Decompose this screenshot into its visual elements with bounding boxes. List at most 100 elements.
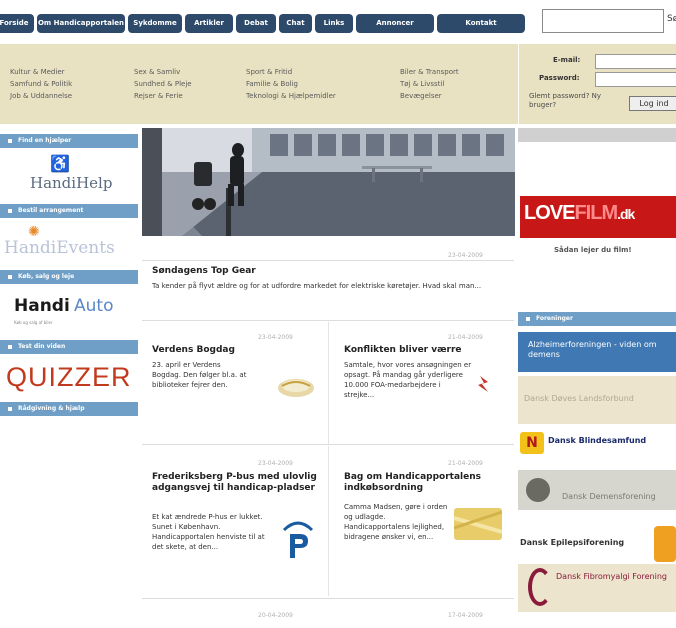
handiauto-logo[interactable]: Handi Auto Køb og salg af biler	[0, 292, 138, 332]
article-text: 23. april er Verdens Bogdag. Den følger …	[152, 361, 247, 389]
article-date: 23-04-2009	[448, 252, 483, 259]
nav-sygdomme[interactable]: Sykdomme	[128, 14, 182, 33]
sponsor-doeves[interactable]: Dansk Døves Landsforbund	[518, 376, 676, 424]
sidebar-item-label: Bestil arrangement	[18, 207, 84, 214]
sponsor-demens[interactable]: Dansk Demensforening	[518, 470, 676, 510]
category-link[interactable]: Sundhed & Pleje	[134, 78, 192, 90]
sponsor-alzheimer[interactable]: Alzheimerforeningen - viden om demens	[518, 332, 676, 372]
handievents-logo-text: HandiEvents	[4, 238, 115, 258]
category-link[interactable]: Job & Uddannelse	[10, 90, 72, 102]
category-link[interactable]: Sport & Fritid	[246, 66, 336, 78]
bullet-icon	[8, 406, 12, 411]
category-column: Sex & Samliv Sundhed & Pleje Rejser & Fe…	[134, 66, 192, 102]
password-field[interactable]	[595, 72, 676, 87]
lovefilm-tagline: Sådan lejer du film!	[554, 246, 632, 254]
sponsor-epilepsi[interactable]: Dansk Epilepsiforening	[518, 524, 676, 564]
article-title[interactable]: Frederiksberg P-bus med ulovlig adgangsv…	[152, 472, 320, 494]
nav-debat[interactable]: Debat	[236, 14, 276, 33]
category-column: Biler & Transport Tøj & Livsstil Bevægel…	[400, 66, 459, 102]
sponsor-fibromyalgi[interactable]: Dansk Fibromyalgi Forening	[518, 564, 676, 612]
search-input[interactable]	[542, 9, 664, 33]
forgot-password-link[interactable]: Glemt password? Ny bruger?	[529, 92, 619, 110]
nav-forside[interactable]: Forside	[0, 14, 34, 33]
bullet-icon	[8, 274, 12, 279]
category-link[interactable]: Samfund & Politik	[10, 78, 72, 90]
divider	[142, 598, 514, 599]
hero-photo	[142, 128, 515, 236]
email-field[interactable]	[595, 54, 676, 69]
category-link[interactable]: Familie & Bolig	[246, 78, 336, 90]
article-date: 17-04-2009	[448, 612, 483, 619]
sponsor-label: Dansk Blindesamfund	[548, 436, 647, 445]
handiauto-logo-text-bold: Handi	[14, 296, 70, 316]
bullet-icon	[526, 316, 530, 321]
book-icon	[278, 379, 314, 397]
divider	[142, 260, 514, 261]
category-link[interactable]: Kultur & Medier	[10, 66, 72, 78]
article-date: 21-04-2009	[448, 334, 483, 341]
nav-kontakt[interactable]: Kontakt	[437, 14, 525, 33]
handihelp-logo[interactable]: ♿ HandiHelp	[0, 152, 138, 196]
column-divider	[328, 322, 329, 444]
blindesamfund-logo-icon: N	[520, 432, 544, 454]
sidebar-item-test-viden[interactable]: Test din viden	[0, 340, 138, 354]
bullet-icon	[8, 344, 12, 349]
sponsor-label: Dansk Fibromyalgi Forening	[556, 572, 667, 581]
epilepsi-logo-icon	[654, 526, 676, 562]
demens-logo-icon	[526, 478, 550, 502]
login-button[interactable]: Log ind	[629, 96, 676, 111]
nav-artikler[interactable]: Artikler	[185, 14, 233, 33]
article-date: 20-04-2009	[258, 612, 293, 619]
handievents-logo[interactable]: ✺ HandiEvents	[0, 222, 138, 264]
gift-card-icon	[454, 508, 502, 540]
article-text: Samtale, hvor vores ansøgningen er opsag…	[344, 361, 472, 399]
handihelp-logo-text: HandiHelp	[30, 174, 113, 192]
category-link[interactable]: Biler & Transport	[400, 66, 459, 78]
article-date: 23-04-2009	[258, 460, 293, 467]
category-link[interactable]: Tøj & Livsstil	[400, 78, 459, 90]
sidebar-item-bestil-arrangement[interactable]: Bestil arrangement	[0, 204, 138, 218]
handiauto-logo-text-light: Auto	[74, 296, 114, 316]
lovefilm-logo: LOVEFILM.dk	[524, 202, 635, 224]
category-column: Sport & Fritid Familie & Bolig Teknologi…	[246, 66, 336, 102]
bullet-icon	[8, 208, 12, 213]
right-column-header	[518, 128, 676, 142]
nav-annoncer[interactable]: Annoncer	[356, 14, 434, 33]
article-text: Camma Madsen, gøre i orden og udlagde. H…	[344, 503, 448, 541]
category-link[interactable]: Bevægelser	[400, 90, 459, 102]
lovefilm-ad[interactable]: LOVEFILM.dk	[520, 196, 676, 238]
nav-chat[interactable]: Chat	[279, 14, 312, 33]
sponsors-header: Foreninger	[518, 312, 676, 326]
nav-links[interactable]: Links	[315, 14, 353, 33]
featured-article-text: Ta kender på flyvt ældre og for at udfor…	[152, 282, 482, 290]
strike-icon	[478, 376, 488, 392]
article-date: 23-04-2009	[258, 334, 293, 341]
sidebar-item-raadgivning[interactable]: Rådgivning & hjælp	[0, 402, 138, 416]
sponsor-label: Alzheimerforeningen - viden om demens	[528, 340, 657, 359]
category-link[interactable]: Teknologi & Hjælpemidler	[246, 90, 336, 102]
login-box: E-mail: Password: Glemt password? Ny bru…	[518, 44, 676, 124]
category-column: Kultur & Medier Samfund & Politik Job & …	[10, 66, 72, 102]
category-link[interactable]: Rejser & Ferie	[134, 90, 192, 102]
divider	[142, 444, 514, 445]
quizzer-logo[interactable]: QUIZZER	[0, 360, 138, 400]
search-button[interactable]: Sø	[667, 14, 676, 24]
article-title[interactable]: Verdens Bogdag	[152, 345, 235, 356]
quizzer-logo-text: QUIZZER	[6, 362, 132, 392]
sponsor-blindesamfund[interactable]: N Dansk Blindesamfund	[518, 430, 676, 456]
article-title[interactable]: Konflikten bliver værre	[344, 345, 462, 356]
article-text: Et kat ændrede P-hus er lukket. Sunet i …	[152, 513, 265, 551]
category-link[interactable]: Sex & Samliv	[134, 66, 192, 78]
sidebar-item-label: Test din viden	[18, 343, 66, 350]
sidebar-item-find-hjaelper[interactable]: Find en hjælper	[0, 134, 138, 148]
handiauto-tagline: Køb og salg af biler	[14, 320, 53, 325]
parking-icon	[282, 521, 314, 558]
article-title[interactable]: Bag om Handicapportalens indkøbsordning	[344, 472, 508, 494]
sidebar-item-koeb-salg[interactable]: Køb, salg og leje	[0, 270, 138, 284]
featured-article-title[interactable]: Søndagens Top Gear	[152, 266, 256, 277]
nav-om-handicapportalen[interactable]: Om Handicapportalen	[37, 14, 125, 33]
password-label: Password:	[539, 74, 580, 82]
top-navigation: Forside Om Handicapportalen Sykdomme Art…	[0, 0, 676, 44]
wheelchair-icon: ♿	[50, 154, 70, 173]
sponsor-label: Dansk Epilepsiforening	[520, 538, 625, 547]
